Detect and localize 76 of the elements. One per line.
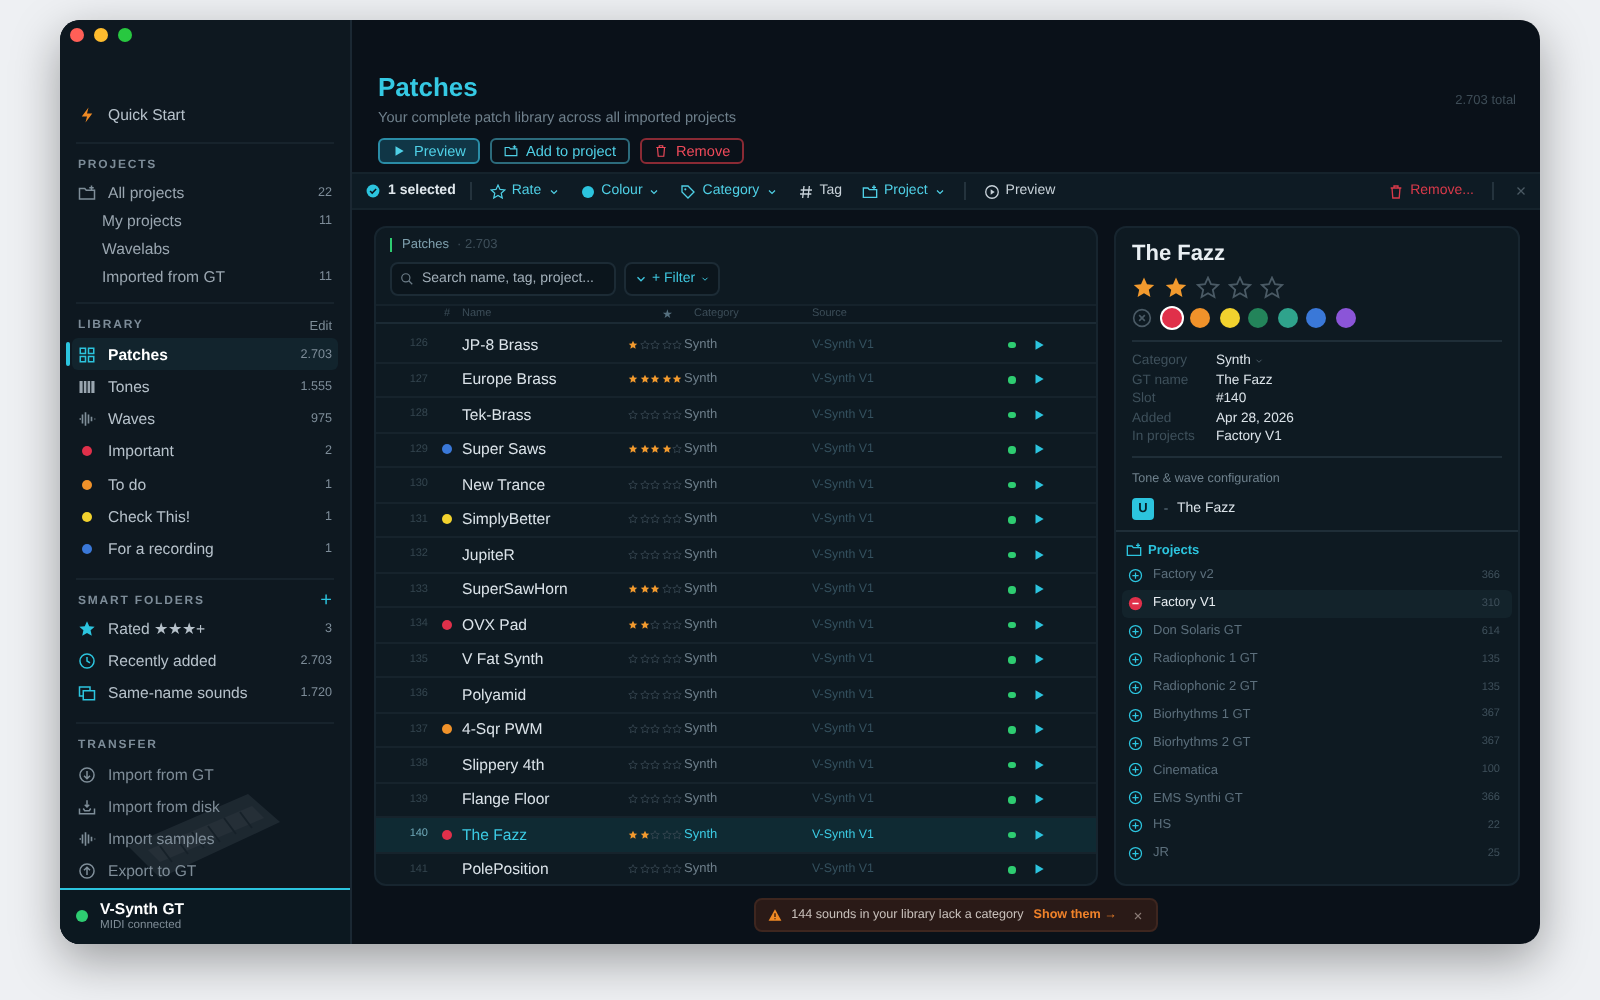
play-icon[interactable] [1032, 652, 1046, 667]
color-swatch[interactable] [1190, 308, 1210, 328]
hash-icon [797, 183, 814, 199]
check-icon [366, 184, 380, 198]
waveform-icon [78, 830, 96, 849]
play-icon[interactable] [1032, 722, 1046, 737]
play-icon[interactable] [1032, 547, 1046, 562]
play-icon[interactable] [1032, 372, 1046, 387]
color-swatch[interactable] [1248, 308, 1268, 328]
color-swatch[interactable] [1219, 308, 1239, 328]
play-icon[interactable] [1032, 337, 1046, 352]
play-icon[interactable] [1032, 792, 1046, 807]
section-action[interactable]: + [320, 591, 332, 611]
color-swatch[interactable] [1161, 308, 1181, 328]
plus-icon [1128, 707, 1143, 723]
tag-icon [680, 183, 697, 199]
play-icon[interactable] [1032, 827, 1046, 842]
tray-icon [78, 797, 96, 816]
detail-title: The Fazz [1132, 242, 1227, 266]
play-icon [392, 144, 406, 158]
play-icon[interactable] [1032, 442, 1046, 457]
star-icon [78, 620, 96, 639]
plus-icon [1128, 846, 1143, 862]
color-swatch[interactable] [1306, 308, 1326, 328]
minimize-window-button[interactable] [94, 28, 108, 42]
copies-icon [78, 684, 96, 703]
download-icon [78, 765, 96, 784]
folder-icon [78, 183, 96, 202]
zoom-window-button[interactable] [118, 28, 132, 42]
play-circle-icon [983, 183, 1000, 199]
color-swatch[interactable] [1277, 308, 1297, 328]
play-icon[interactable] [1032, 407, 1046, 422]
play-icon[interactable] [1032, 582, 1046, 597]
play-icon[interactable] [1032, 617, 1046, 632]
plus-icon [1128, 651, 1143, 667]
star-icon[interactable] [1228, 276, 1252, 300]
trash-icon [1388, 183, 1405, 199]
piano-keys-icon [78, 377, 96, 396]
clear-icon[interactable] [1132, 308, 1152, 328]
waveform-icon [78, 410, 96, 429]
folder-icon [1126, 542, 1142, 558]
plus-icon [1128, 762, 1143, 778]
minus-icon [1128, 596, 1143, 612]
play-icon[interactable] [1032, 757, 1046, 772]
plus-icon [1128, 735, 1143, 751]
warning-icon [767, 908, 782, 922]
plus-icon [1128, 568, 1143, 584]
upload-icon [78, 862, 96, 881]
search-icon [400, 272, 414, 286]
folder-icon [861, 183, 878, 199]
chevron-icon [699, 274, 710, 284]
play-icon[interactable] [1032, 512, 1046, 527]
play-icon[interactable] [1032, 862, 1046, 877]
star-icon [489, 183, 506, 199]
grid-icon [78, 345, 96, 364]
star-icon[interactable] [1260, 276, 1284, 300]
close-window-button[interactable] [70, 28, 84, 42]
bolt-icon [78, 105, 96, 124]
chevron-icon [634, 272, 648, 286]
star-icon[interactable] [1164, 276, 1188, 300]
plus-icon [1128, 623, 1143, 639]
play-icon[interactable] [1032, 687, 1046, 702]
plus-icon [1128, 790, 1143, 806]
star-icon[interactable] [1132, 276, 1156, 300]
circle-icon [579, 183, 596, 199]
star-icon[interactable] [1196, 276, 1220, 300]
clock-icon [78, 652, 96, 671]
plus-icon [1128, 818, 1143, 834]
trash-icon [653, 144, 668, 158]
close-icon[interactable] [1514, 184, 1528, 198]
color-swatch[interactable] [1335, 308, 1355, 328]
close-icon[interactable] [1132, 909, 1145, 921]
folder-icon [503, 144, 518, 158]
play-icon[interactable] [1032, 477, 1046, 492]
plus-icon [1128, 679, 1143, 695]
page-title: Patches [378, 72, 480, 102]
